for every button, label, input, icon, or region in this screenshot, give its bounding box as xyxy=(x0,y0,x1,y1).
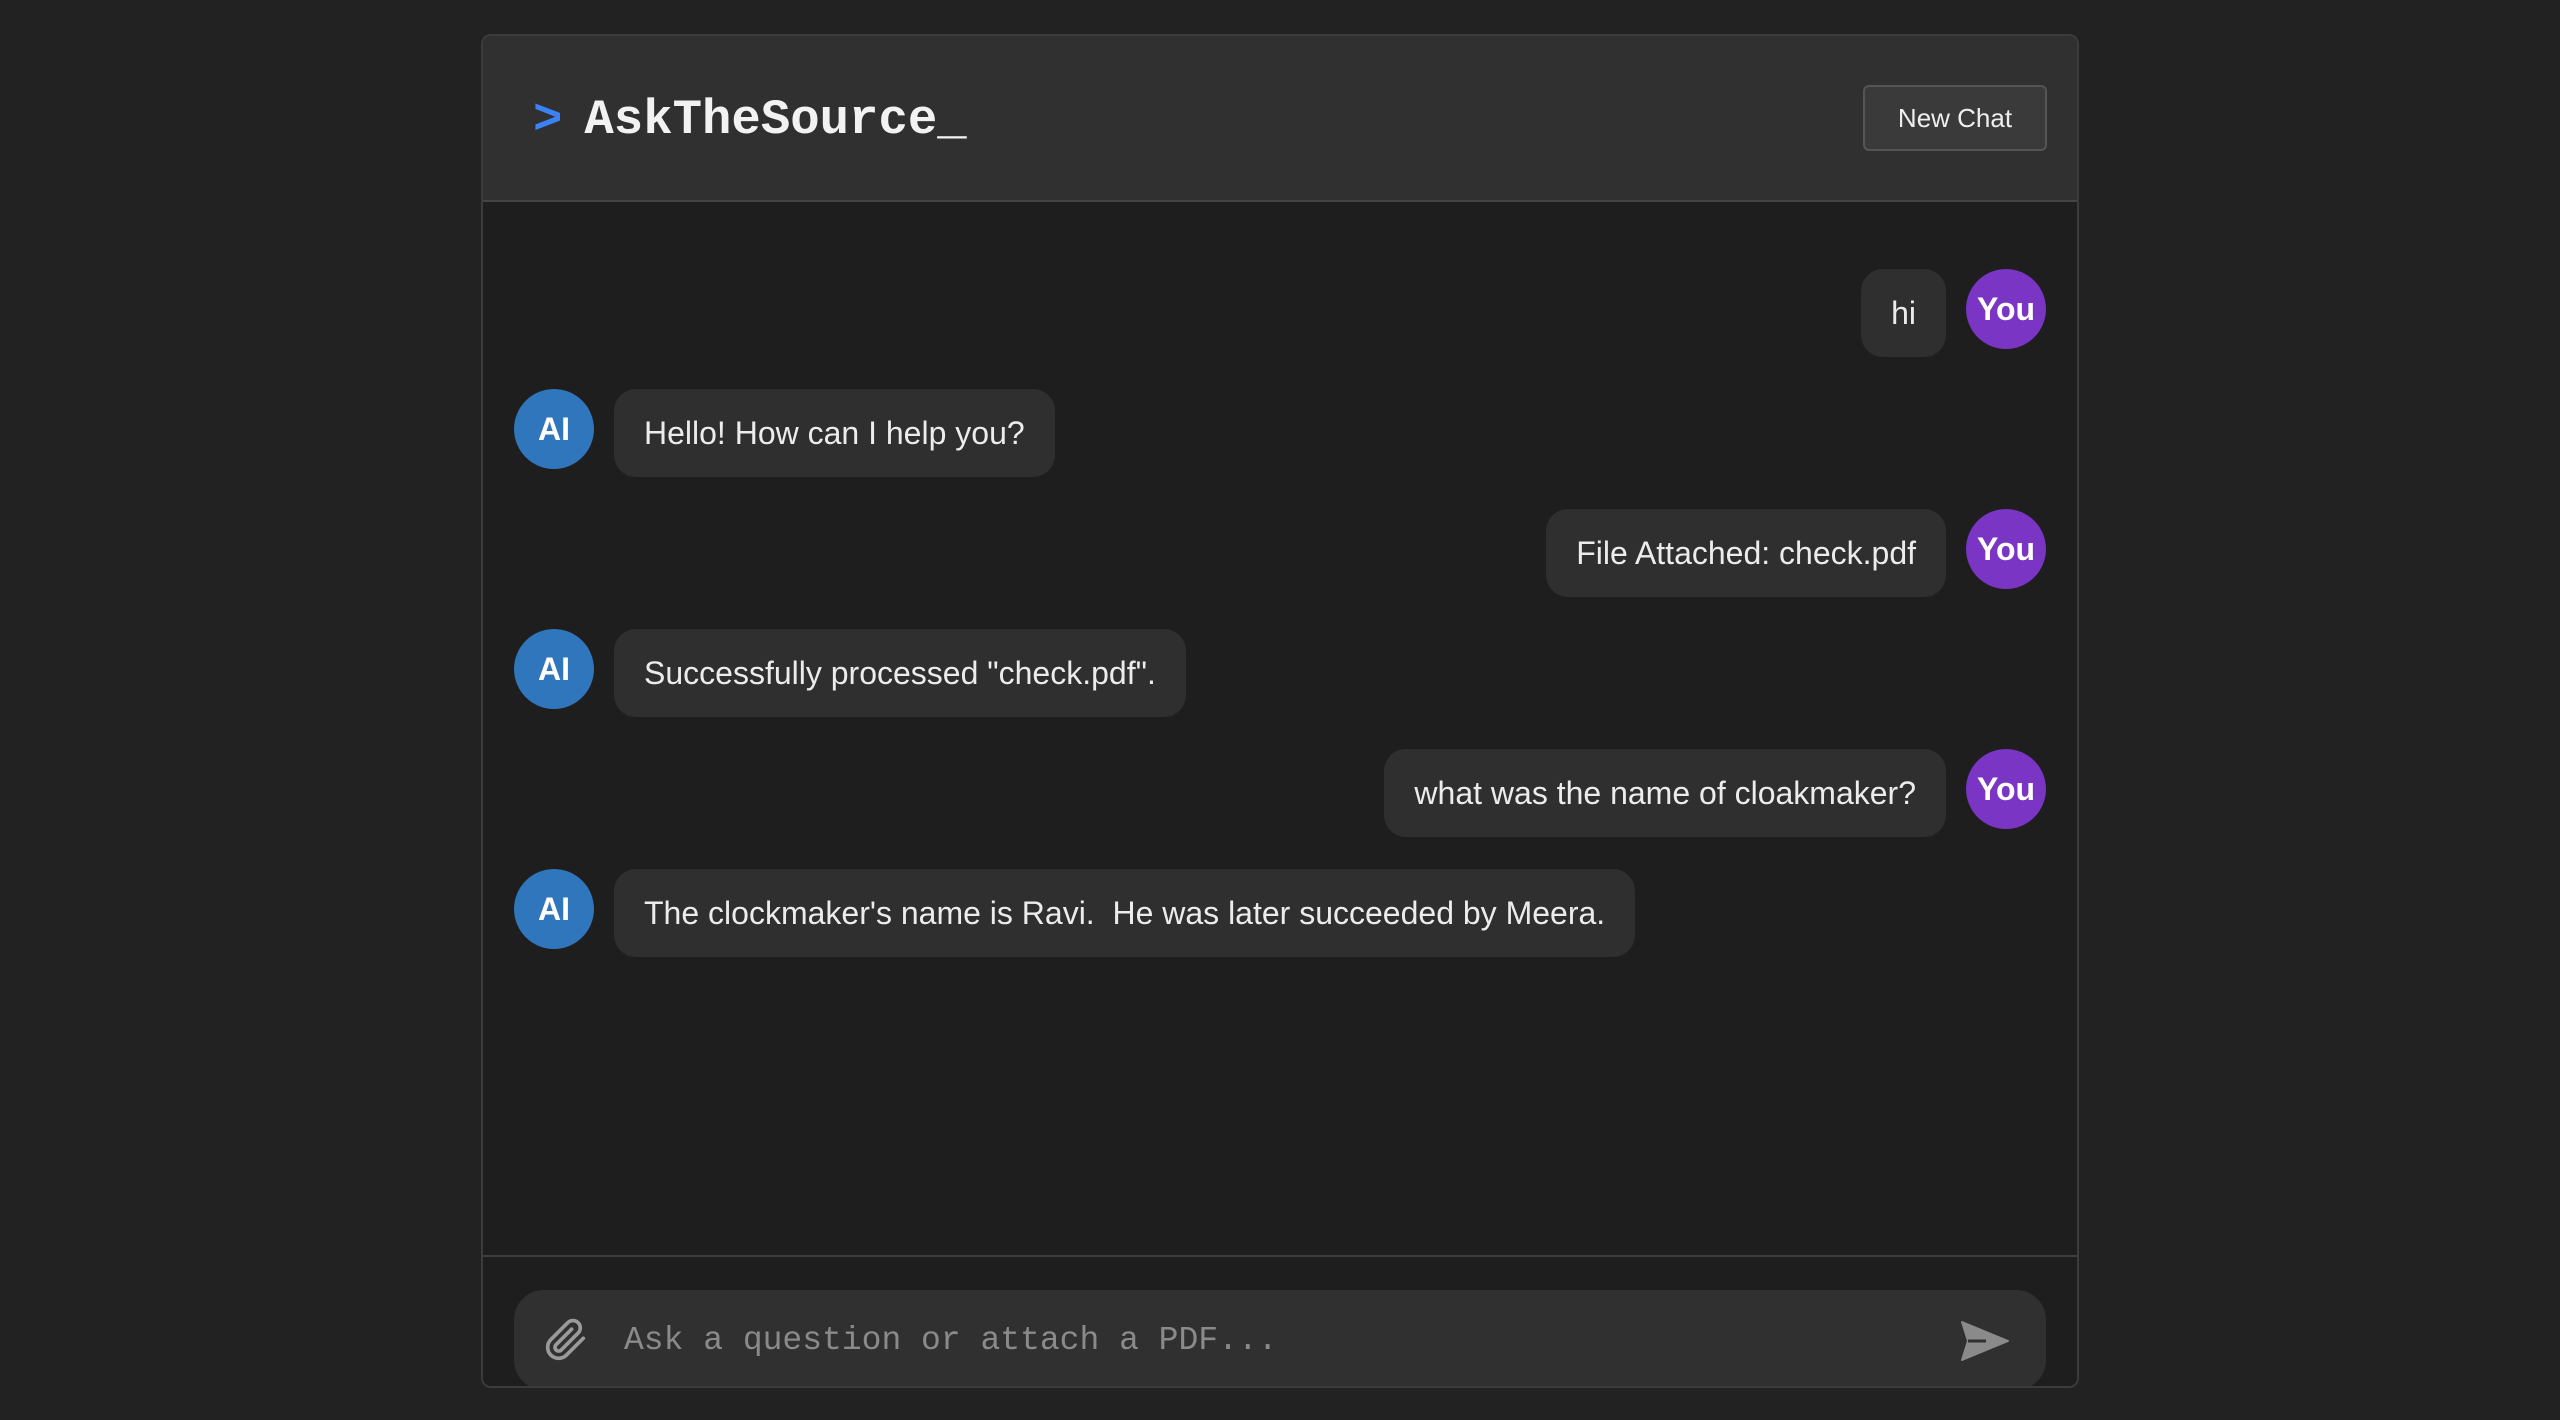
cursor-glyph: _ xyxy=(937,92,967,148)
message-user: what was the name of cloakmaker? You xyxy=(1384,749,2046,837)
message-bubble: Successfully processed "check.pdf". xyxy=(614,629,1186,717)
message-bubble: The clockmaker's name is Ravi. He was la… xyxy=(614,869,1636,957)
message-list[interactable]: hi You AI Hello! How can I help you? Fil… xyxy=(483,202,2077,1255)
ai-avatar: AI xyxy=(514,869,594,949)
ai-avatar: AI xyxy=(514,629,594,709)
composer-area xyxy=(483,1255,2077,1386)
prompt-symbol: > xyxy=(533,92,563,148)
paperclip-icon[interactable] xyxy=(544,1318,588,1362)
new-chat-button[interactable]: New Chat xyxy=(1863,85,2047,151)
user-avatar: You xyxy=(1966,269,2046,349)
message-bubble: Hello! How can I help you? xyxy=(614,389,1055,477)
message-ai: AI The clockmaker's name is Ravi. He was… xyxy=(514,869,1636,957)
app-title: AskTheSource xyxy=(584,92,938,148)
message-bubble: File Attached: check.pdf xyxy=(1546,509,1946,597)
message-ai: AI Successfully processed "check.pdf". xyxy=(514,629,1186,717)
user-avatar: You xyxy=(1966,749,2046,829)
message-user: hi You xyxy=(1861,269,2046,357)
chat-window: > AskTheSource _ New Chat hi You AI Hello!… xyxy=(481,34,2079,1388)
composer xyxy=(514,1290,2046,1386)
message-user: File Attached: check.pdf You xyxy=(1546,509,2046,597)
app-logo: > AskTheSource _ xyxy=(533,90,967,150)
message-bubble: what was the name of cloakmaker? xyxy=(1384,749,1946,837)
ai-avatar: AI xyxy=(514,389,594,469)
header: > AskTheSource _ New Chat xyxy=(483,36,2077,202)
send-icon[interactable] xyxy=(1960,1320,2010,1362)
message-ai: AI Hello! How can I help you? xyxy=(514,389,1055,477)
message-input[interactable] xyxy=(624,1308,1924,1372)
user-avatar: You xyxy=(1966,509,2046,589)
message-bubble: hi xyxy=(1861,269,1946,357)
